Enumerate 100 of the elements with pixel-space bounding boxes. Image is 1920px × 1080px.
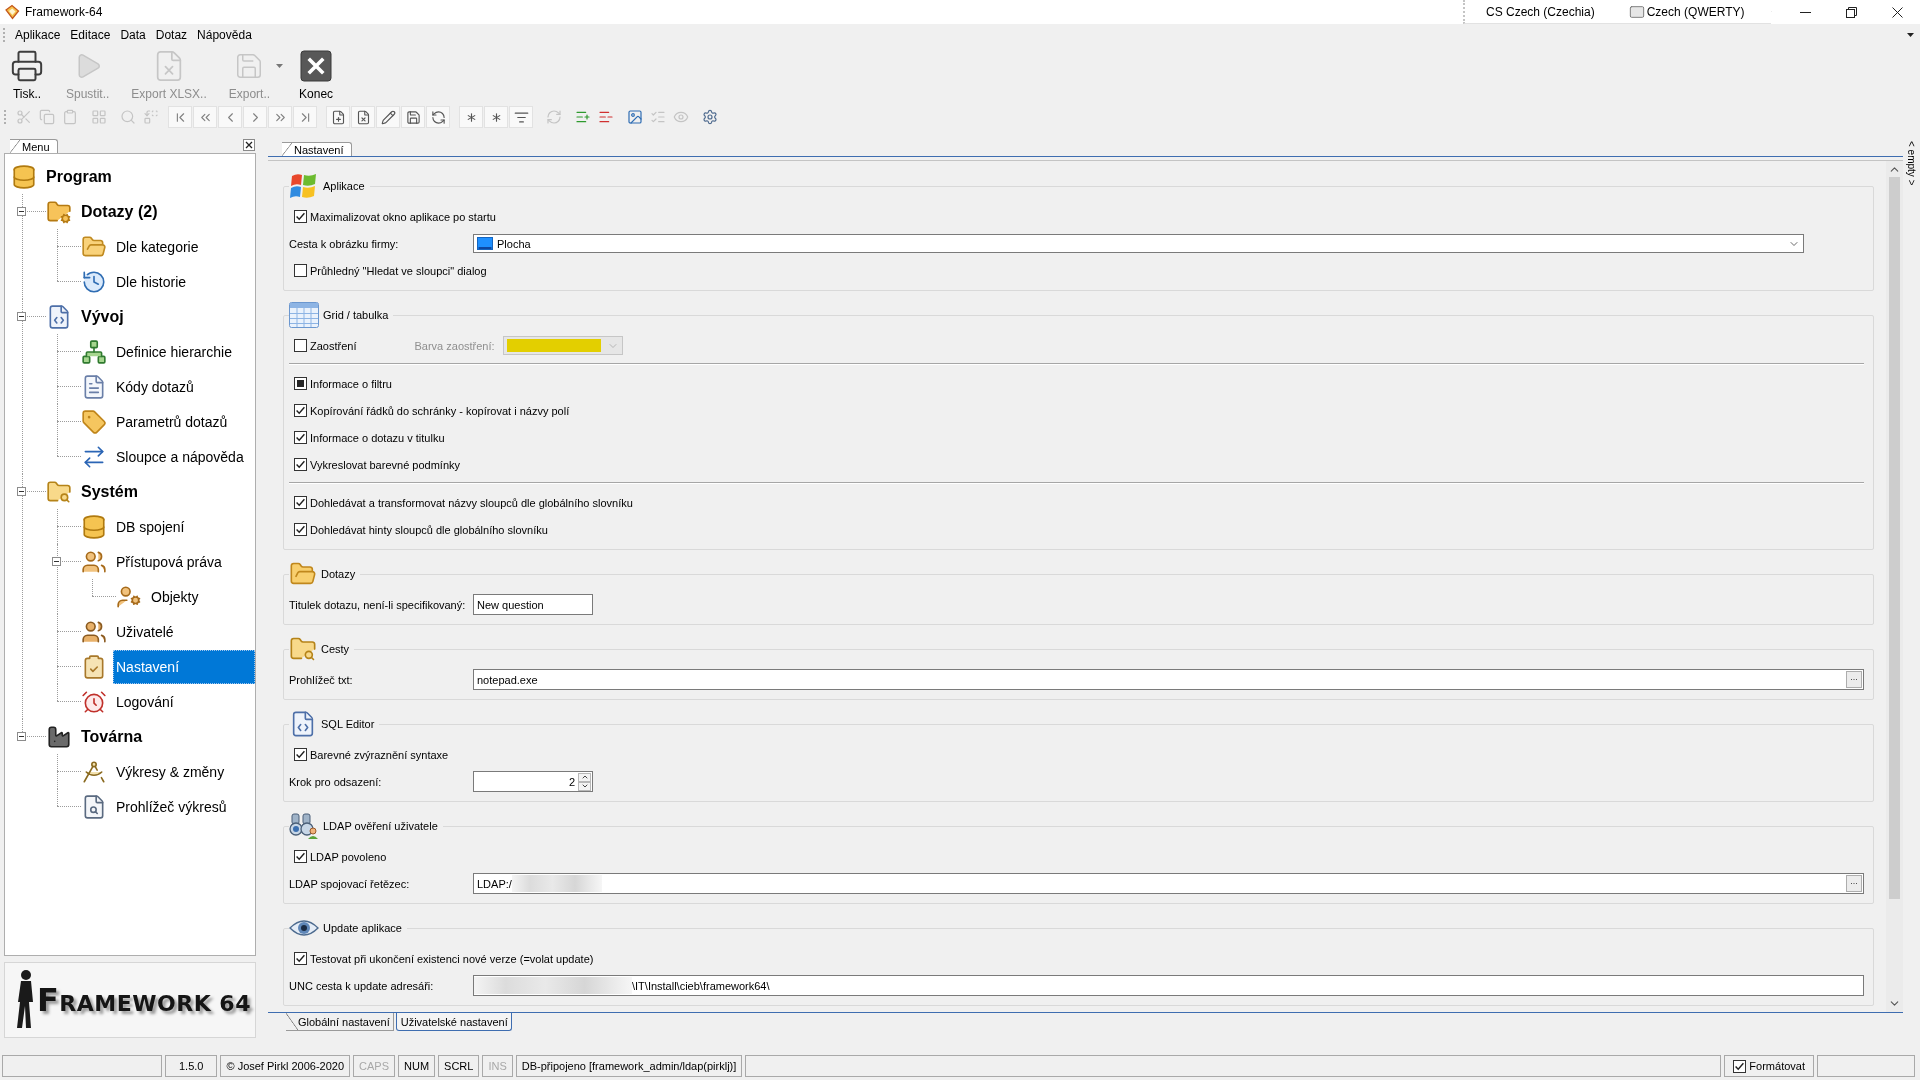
collapse-icon[interactable]: [17, 732, 26, 741]
printer-icon: [10, 49, 44, 83]
toolbar-button[interactable]: [168, 106, 192, 128]
tree-item[interactable]: DB spojení: [113, 518, 189, 535]
list-minus-icon[interactable]: [597, 109, 614, 125]
browse-button[interactable]: ...: [1846, 875, 1862, 892]
text-field[interactable]: \IT\Install\cieb\framework64\: [473, 975, 1864, 996]
checkbox[interactable]: [294, 431, 307, 444]
checkbox[interactable]: [294, 264, 307, 277]
checkbox-label: Dohledávat a transformovat názvy sloupců dle globálního slovníku: [310, 496, 633, 509]
checkbox-label: Informace o dotazu v titulku: [310, 431, 445, 444]
file-plus-icon: [330, 109, 346, 125]
tree-item[interactable]: Nastavení: [113, 649, 255, 684]
file-x-icon: [355, 109, 371, 125]
tree-item[interactable]: Definice hierarchie: [113, 343, 236, 360]
toolbar-button[interactable]: [376, 106, 400, 128]
group-title: Grid / tabulka: [323, 309, 389, 321]
checkbox[interactable]: [294, 952, 307, 965]
tree-item[interactable]: Dle kategorie: [113, 238, 203, 255]
tree-item[interactable]: Uživatelé: [113, 623, 178, 640]
pencil-icon: [380, 109, 396, 125]
tree-item[interactable]: Objekty: [148, 588, 203, 605]
close-icon[interactable]: [243, 139, 255, 151]
toolbar-button[interactable]: [351, 106, 375, 128]
spin-field[interactable]: 2: [473, 771, 593, 792]
text-field[interactable]: LDAP:/ ...: [473, 873, 1864, 894]
folder-search-icon: [289, 635, 317, 663]
tree-item[interactable]: Dotazy (2): [78, 202, 162, 221]
toolbar-button[interactable]: [426, 106, 450, 128]
alarm-clock-icon: [81, 688, 107, 715]
side-panel-tab[interactable]: < empty >: [1906, 140, 1917, 186]
menu-item[interactable]: Data: [116, 26, 150, 44]
checkbox[interactable]: [294, 748, 307, 761]
checkbox[interactable]: [1733, 1059, 1747, 1073]
collapse-icon[interactable]: [17, 487, 26, 496]
toolbar-button[interactable]: [484, 106, 508, 128]
checkbox[interactable]: [294, 496, 307, 509]
checkbox[interactable]: [294, 404, 307, 417]
tree-item[interactable]: Výkresy & změny: [113, 763, 229, 780]
toolbar-button[interactable]: Tisk..: [4, 48, 50, 101]
text-field[interactable]: New question: [473, 594, 593, 615]
tree-item[interactable]: Program: [43, 167, 116, 186]
checkbox[interactable]: [294, 458, 307, 471]
menu-item[interactable]: Dotaz: [151, 26, 192, 44]
logo-text: FRAMEWORK 64: [37, 981, 251, 1019]
toolbar-button[interactable]: Konec: [293, 48, 340, 101]
scrollbar-thumb[interactable]: [1889, 177, 1900, 899]
keyboard-layout-button[interactable]: Czech (QWERTY): [1628, 3, 1745, 20]
menu-item[interactable]: Editace: [66, 26, 115, 44]
tree-item[interactable]: Přístupová práva: [113, 553, 226, 570]
binoculars-icon: [289, 812, 319, 840]
tree-item[interactable]: Kódy dotazů: [113, 378, 198, 395]
user-gear-icon: [116, 583, 142, 610]
tree-item[interactable]: Logování: [113, 693, 178, 710]
tree-item[interactable]: Parametrů dotazů: [113, 413, 232, 430]
language-indicator[interactable]: CS Czech (Czechia): [1486, 4, 1595, 19]
checkbox-label: Průhledný "Hledat ve sloupci" dialog: [310, 264, 487, 277]
menu-item[interactable]: Nápověda: [193, 26, 256, 44]
tab[interactable]: Globální nastavení: [286, 1013, 394, 1031]
tab[interactable]: Uživatelské nastavení: [395, 1013, 512, 1031]
tree-item[interactable]: Sloupce a nápověda: [113, 448, 248, 465]
tree-item[interactable]: Systém: [78, 482, 142, 501]
browse-button[interactable]: ...: [1846, 671, 1862, 688]
toolbar-button[interactable]: [326, 106, 350, 128]
caret-icon[interactable]: [1907, 33, 1914, 37]
restore-icon[interactable]: [1845, 6, 1857, 18]
desktop-icon: [477, 237, 493, 250]
toolbar-button[interactable]: [293, 106, 317, 128]
checkbox-label: Barevné zvýraznění syntaxe: [310, 748, 449, 761]
checkbox[interactable]: [294, 523, 307, 536]
toolbar-button[interactable]: [401, 106, 425, 128]
collapse-icon[interactable]: [17, 312, 26, 321]
tree-item[interactable]: Továrna: [78, 727, 147, 746]
spin-up-button[interactable]: [578, 772, 591, 782]
factory-icon: [46, 723, 72, 750]
field-label: LDAP spojovací řetězec:: [289, 877, 411, 890]
collapse-icon[interactable]: [52, 557, 61, 566]
checkbox[interactable]: [294, 377, 307, 390]
toolbar-button[interactable]: [509, 106, 533, 128]
tree-item[interactable]: Dle historie: [113, 273, 191, 290]
tree-item[interactable]: Vývoj: [78, 307, 128, 326]
tab[interactable]: Nastavení: [282, 142, 352, 156]
checkbox[interactable]: [294, 210, 307, 223]
toolbar-button[interactable]: [459, 106, 483, 128]
image-icon[interactable]: [626, 109, 643, 125]
tree-item[interactable]: Prohlížeč výkresů: [113, 798, 231, 815]
menu-item[interactable]: Aplikace: [11, 26, 65, 44]
clock-arrow-icon: [81, 268, 107, 295]
refresh-icon: [430, 109, 446, 125]
list-plus-icon[interactable]: [574, 109, 591, 125]
spin-down-button[interactable]: [578, 781, 591, 791]
collapse-icon[interactable]: [17, 207, 26, 216]
checkbox-label: Testovat při ukončení existenci nové verze (=volat update): [310, 952, 594, 965]
checkbox[interactable]: [294, 850, 307, 863]
settings-icon[interactable]: [701, 109, 718, 125]
dropdown-field[interactable]: Plocha: [473, 234, 1804, 253]
field-label: Krok pro odsazení:: [289, 775, 383, 788]
close-icon[interactable]: [1891, 6, 1903, 18]
text-field[interactable]: notepad.exe ...: [473, 669, 1864, 690]
panel-tab[interactable]: Menu: [10, 139, 58, 153]
